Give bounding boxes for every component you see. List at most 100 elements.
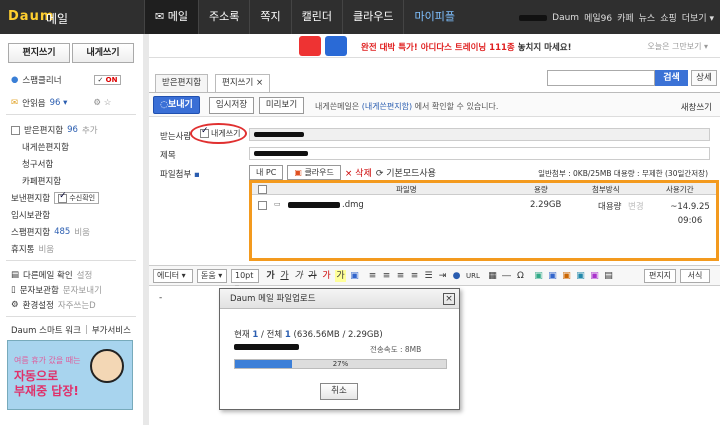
- detail-search-button[interactable]: 상세: [691, 70, 717, 86]
- text-color-icon[interactable]: 가: [321, 270, 332, 282]
- tab-compose[interactable]: 편지쓰기 ×: [215, 74, 271, 93]
- drop-icon: ●: [11, 75, 19, 85]
- bold-icon[interactable]: 가: [265, 270, 276, 282]
- addon-link[interactable]: 부가서비스: [92, 324, 131, 336]
- file-icon[interactable]: ▣: [589, 270, 600, 282]
- link-mail[interactable]: 메일96: [584, 11, 612, 24]
- folder-item[interactable]: 청구서함: [22, 158, 53, 170]
- stationery-button[interactable]: 편지지: [644, 269, 676, 283]
- unread-count[interactable]: 96 ▾: [50, 98, 68, 108]
- top-right-links: Daum 메일96 카페 뉴스 쇼핑 더보기 ▾: [519, 11, 714, 24]
- spam-cleaner-label[interactable]: 스팸클리너: [22, 74, 61, 86]
- table-icon[interactable]: ▦: [487, 270, 498, 282]
- gear-icon[interactable]: ⚙ ☆: [93, 98, 111, 108]
- env-sub[interactable]: 자주쓰는D: [58, 299, 96, 311]
- sidebar: 편지쓰기 내게쓰기 ● 스팸클리너 ✓ ON ✉ 안읽음 96 ▾ ⚙ ☆ 받은…: [0, 34, 145, 425]
- new-window-compose[interactable]: 새창쓰기: [681, 101, 712, 113]
- link-news[interactable]: 뉴스: [639, 11, 656, 24]
- env-label[interactable]: 환경설정: [23, 299, 54, 311]
- write-button[interactable]: 편지쓰기: [8, 43, 70, 63]
- list-icon[interactable]: ☰: [423, 270, 434, 282]
- inbox-label[interactable]: 받은편지함: [24, 124, 63, 136]
- folder-item[interactable]: 내게쓴편지함: [22, 141, 69, 153]
- save-draft-button[interactable]: 임시저장: [209, 97, 254, 114]
- send-button[interactable]: ◌보내기: [153, 96, 200, 114]
- link-cafe[interactable]: 카페: [617, 11, 634, 24]
- font-size-select[interactable]: 10pt ▾: [231, 269, 259, 292]
- docs-write[interactable]: 문자보내기: [63, 284, 102, 296]
- trash-empty[interactable]: 비움: [38, 243, 54, 255]
- ad-banner[interactable]: 여름 휴가 갔을 때는 자동으로 부재중 답장!: [7, 340, 133, 410]
- nav-address-book[interactable]: 주소록: [197, 0, 249, 34]
- special-char-icon[interactable]: Ω: [515, 270, 526, 282]
- nav-memo[interactable]: 쪽지: [249, 0, 290, 34]
- indent-icon[interactable]: ⇥: [437, 270, 448, 282]
- image-icon[interactable]: ▣: [533, 270, 544, 282]
- search-button[interactable]: 검색: [655, 70, 688, 86]
- editor-select[interactable]: 에디터 ▾: [153, 269, 193, 283]
- basic-mode-toggle[interactable]: ⟳ 기본모드사용: [376, 166, 436, 179]
- drafts-label[interactable]: 임시보관함: [11, 209, 50, 221]
- unread-row: ✉ 안읽음 96 ▾ ⚙ ☆: [11, 97, 111, 109]
- to-field[interactable]: [249, 128, 710, 141]
- align-center-icon[interactable]: ≡: [381, 270, 392, 282]
- nav-calendar[interactable]: 캘린더: [290, 0, 342, 34]
- spam-label[interactable]: 스팸편지함: [11, 226, 50, 238]
- other-mail-label[interactable]: 다른메일 확인: [23, 269, 73, 281]
- align-right-icon[interactable]: ≡: [395, 270, 406, 282]
- trash-label[interactable]: 휴지통: [11, 243, 34, 255]
- link-daum[interactable]: Daum: [552, 13, 579, 23]
- inbox-add[interactable]: 추가: [82, 124, 98, 136]
- my-pc-button[interactable]: 내 PC: [249, 164, 284, 180]
- link-icon[interactable]: ●: [451, 270, 462, 282]
- schedule-icon[interactable]: ▤: [603, 270, 614, 282]
- cloud-button[interactable]: ▣ 클라우드: [287, 164, 341, 180]
- other-mail-setting[interactable]: 설정: [77, 269, 93, 281]
- shirt-image: [325, 36, 347, 56]
- url-button[interactable]: URL: [463, 270, 483, 282]
- format-button[interactable]: 서식: [680, 269, 710, 283]
- link-shopping[interactable]: 쇼핑: [660, 11, 677, 24]
- cancel-button[interactable]: 취소: [320, 383, 358, 400]
- close-icon[interactable]: ×: [443, 293, 455, 305]
- link-more[interactable]: 더보기 ▾: [682, 11, 714, 24]
- inbox-count[interactable]: 96: [67, 125, 78, 135]
- justify-icon[interactable]: ≡: [409, 270, 420, 282]
- upload-status: 현재 1 / 전체 1 (636.56MB / 2.29GB): [234, 330, 383, 340]
- line-icon[interactable]: ―: [501, 270, 512, 282]
- smart-work-row: Daum 스마트 워크 | 부가서비스: [11, 324, 131, 336]
- service-name[interactable]: 메일: [46, 10, 68, 27]
- nav-mypeople[interactable]: 마이피플: [403, 0, 464, 34]
- spam-empty[interactable]: 비움: [74, 226, 90, 238]
- folder-item[interactable]: 카페편지함: [22, 175, 61, 187]
- italic-icon[interactable]: 가: [293, 270, 304, 282]
- receipt-check-button[interactable]: 수신확인: [54, 191, 100, 204]
- subject-field[interactable]: [249, 147, 710, 160]
- docs-label[interactable]: 문자보관함: [20, 284, 59, 296]
- spam-cleaner-toggle[interactable]: ✓ ON: [93, 75, 122, 85]
- tab-inbox[interactable]: 받은편지함: [155, 74, 209, 92]
- nav-mail[interactable]: ✉ 메일: [144, 0, 198, 34]
- inbox-checkbox[interactable]: [11, 125, 20, 135]
- align-left-icon[interactable]: ≡: [367, 270, 378, 282]
- photo-icon[interactable]: ▣: [547, 270, 558, 282]
- underline-icon[interactable]: 가: [279, 270, 290, 282]
- delete-attachment[interactable]: × 삭제: [345, 166, 372, 179]
- nav-cloud[interactable]: 클라우드: [341, 0, 403, 34]
- banner-dismiss[interactable]: 오늘은 그만보기 ▾: [647, 41, 708, 52]
- font-face-select[interactable]: 돋움 ▾: [197, 269, 227, 283]
- sent-label[interactable]: 보낸편지함: [11, 192, 50, 204]
- video-icon[interactable]: ▣: [575, 270, 586, 282]
- preview-button[interactable]: 미리보기: [259, 97, 304, 114]
- emoticon-icon[interactable]: ▣: [349, 270, 360, 282]
- write-self-button[interactable]: 내게쓰기: [72, 43, 134, 63]
- unread-label[interactable]: 안읽음: [22, 97, 45, 109]
- highlight-icon[interactable]: 가: [335, 270, 346, 282]
- map-icon[interactable]: ▣: [561, 270, 572, 282]
- top-ad-banner[interactable]: 완전 대박 특가! 아디다스 트레이닝 111종 놓치지 마세요! 오늘은 그만…: [149, 34, 720, 58]
- smart-work-link[interactable]: Daum 스마트 워크: [11, 324, 81, 336]
- strike-icon[interactable]: 가: [307, 270, 318, 282]
- dialog-title: Daum 메일 파일업로드: [220, 289, 459, 309]
- search-input[interactable]: [547, 70, 655, 86]
- spam-count[interactable]: 485: [54, 227, 70, 237]
